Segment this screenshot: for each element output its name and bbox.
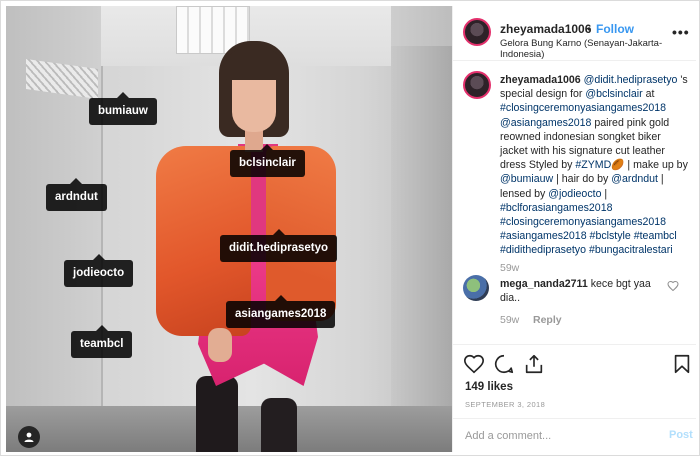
caption-link[interactable]: #closingceremonyasiangames2018 (500, 102, 666, 114)
caption-link[interactable]: @bclsinclair (585, 88, 642, 100)
caption-timestamp: 59w (500, 262, 520, 274)
caption-link[interactable]: @bumiauw (500, 173, 553, 185)
instagram-post: bumiauw bclsinclair ardndut didit.hedipr… (0, 0, 700, 456)
likes-count[interactable]: 149 likes (465, 381, 513, 393)
caption-link[interactable]: @jodieocto (548, 188, 601, 200)
comment-timestamp: 59w (500, 314, 520, 326)
caption-text-segment: | (601, 187, 608, 200)
post-actions: 149 likes SEPTEMBER 3, 2018 (453, 344, 696, 418)
photo-tag[interactable]: jodieocto (64, 254, 134, 287)
post-photo[interactable]: bumiauw bclsinclair ardndut didit.hedipr… (6, 6, 452, 452)
add-comment-bar: Post (453, 418, 696, 452)
more-options-icon[interactable]: ••• (672, 24, 690, 40)
like-icon[interactable] (463, 353, 485, 375)
photo-tag[interactable]: asiangames2018 (226, 295, 336, 328)
comments-section: zheyamada1006 @didit.hediprasetyo 's spe… (453, 62, 696, 344)
comment-input[interactable] (465, 426, 655, 446)
caption-text-segment: 🏉 | make up by (611, 159, 688, 172)
reply-button[interactable]: Reply (533, 314, 562, 326)
caption-link[interactable]: @ardndut (611, 173, 658, 185)
caption-link[interactable]: @didit.hediprasetyo (584, 74, 678, 86)
caption-link[interactable]: #asiangames2018 (500, 230, 587, 242)
caption-link[interactable]: #ZYMD (575, 159, 611, 171)
photo-tag[interactable]: bumiauw (89, 92, 157, 125)
caption-link[interactable]: @asiangames2018 (500, 117, 591, 129)
caption-text-segment: | hair do by (553, 173, 612, 186)
post-location[interactable]: Gelora Bung Karno (Senayan-Jakarta-Indon… (500, 38, 696, 60)
post-date: SEPTEMBER 3, 2018 (465, 400, 546, 409)
caption-link[interactable]: #closingceremonyasiangames2018 (500, 216, 666, 228)
comment-username[interactable]: mega_nanda2711 (500, 278, 588, 290)
caption-link[interactable]: #bclstyle (590, 230, 631, 242)
post-username[interactable]: zheyamada1006 (500, 22, 591, 36)
post-comment-button[interactable]: Post (669, 429, 693, 441)
photo-boot-right (261, 398, 297, 452)
comment-icon[interactable] (493, 353, 515, 375)
post-header: zheyamada1006 • Follow Gelora Bung Karno… (453, 6, 696, 61)
caption-link[interactable]: #bungacitralestari (589, 244, 673, 256)
post-caption: zheyamada1006 @didit.hediprasetyo 's spe… (500, 73, 688, 258)
save-icon[interactable] (671, 353, 693, 375)
avatar[interactable] (463, 71, 491, 99)
photo-boot-left (196, 376, 238, 452)
like-comment-icon[interactable] (667, 280, 679, 292)
photo-tag[interactable]: didit.hediprasetyo (220, 229, 338, 262)
photo-tag[interactable]: teambcl (71, 325, 133, 358)
post-panel: zheyamada1006 • Follow Gelora Bung Karno… (452, 6, 696, 452)
avatar[interactable] (463, 275, 489, 301)
header-separator: • (587, 22, 592, 36)
share-icon[interactable] (523, 353, 545, 375)
tagged-users-button[interactable] (18, 426, 40, 448)
caption-link[interactable]: #teambcl (634, 230, 677, 242)
user-icon (24, 432, 34, 442)
caption-username[interactable]: zheyamada1006 (500, 74, 581, 86)
caption-text-segment: at (642, 88, 655, 101)
photo-hand (208, 328, 232, 362)
photo-tag[interactable]: ardndut (46, 178, 107, 211)
caption-text: @didit.hediprasetyo 's special design fo… (500, 74, 688, 256)
follow-button[interactable]: Follow (596, 22, 634, 36)
caption-link[interactable]: #didithediprasetyo (500, 244, 586, 256)
photo-tag[interactable]: bclsinclair (230, 144, 305, 177)
caption-link[interactable]: #bclforasiangames2018 (500, 202, 613, 214)
avatar[interactable] (463, 18, 491, 46)
comment-item: mega_nanda2711 kece bgt yaa dia.. (500, 277, 668, 305)
photo-wall-right (391, 46, 452, 452)
